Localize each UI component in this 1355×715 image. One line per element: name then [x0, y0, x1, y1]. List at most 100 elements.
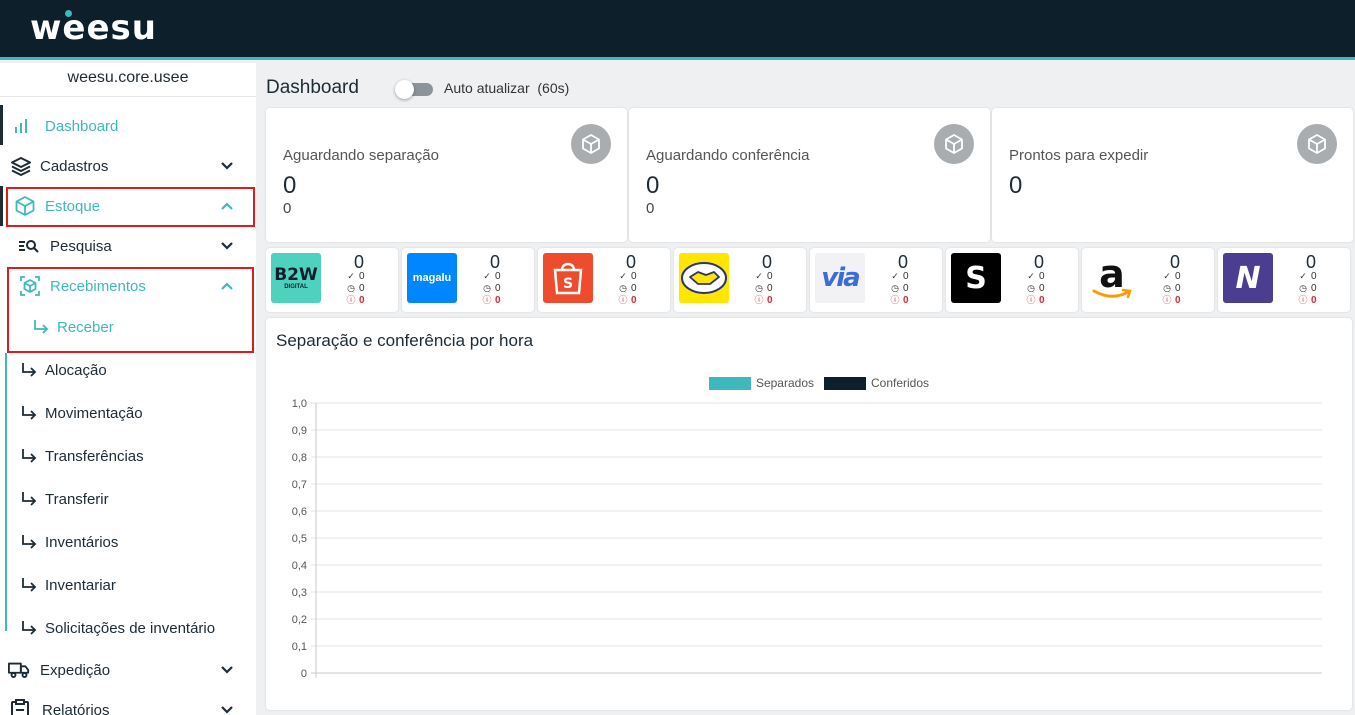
- chevron-down-icon[interactable]: [220, 239, 234, 253]
- sidebar-item-pesquisa[interactable]: Pesquisa: [0, 226, 256, 266]
- clipboard-icon: [9, 699, 31, 715]
- alert-icon: ⓘ: [1298, 295, 1308, 305]
- marketplace-count: 0: [489, 252, 500, 272]
- status-title: Prontos para expedir: [1009, 147, 1149, 164]
- marketplace-count: 0: [897, 252, 908, 272]
- y-tick-label: 0,3: [292, 587, 307, 599]
- check-icon: ✓: [755, 271, 763, 281]
- arrow-return-icon: [22, 535, 37, 549]
- y-tick-label: 0,8: [292, 452, 307, 464]
- pending-value: 0: [359, 283, 365, 294]
- y-tick-label: 0,6: [292, 506, 307, 518]
- sidebar-item-inventarios[interactable]: Inventários: [0, 522, 256, 562]
- error-value: 0: [495, 295, 501, 306]
- clock-icon: ◷: [1027, 283, 1035, 293]
- pending-row: ◷ 0: [346, 283, 365, 294]
- marketplace-logo: S: [951, 253, 1001, 303]
- chart-plot: 1,0 0,9 0,8 0,7 0,6 0,5 0,4 0,3 0,2 0,1 0: [292, 398, 1322, 680]
- marketplace-count: 0: [1033, 252, 1044, 272]
- marketplace-card-shopee[interactable]: S 0 ✓ 0 ◷ 0 ⓘ 0: [538, 248, 670, 312]
- marketplace-count: 0: [1169, 252, 1180, 272]
- sidebar-item-label: Cadastros: [40, 157, 109, 175]
- marketplace-card-nuvemshop[interactable]: N 0 ✓ 0 ◷ 0 ⓘ 0: [1218, 248, 1350, 312]
- weesu-logo[interactable]: weesu: [30, 8, 157, 48]
- truck-icon: [8, 659, 30, 681]
- logo-text: via: [821, 263, 860, 293]
- alert-icon: ⓘ: [618, 295, 628, 305]
- top-header: weesu: [0, 0, 1355, 60]
- done-value: 0: [767, 271, 773, 282]
- clock-icon: ◷: [891, 283, 899, 293]
- box-icon: [571, 124, 611, 164]
- pending-value: 0: [631, 283, 637, 294]
- logo-text: N: [1235, 260, 1261, 296]
- bar-chart-icon: [10, 115, 32, 137]
- pending-value: 0: [903, 283, 909, 294]
- logo-text: B2W: [274, 264, 318, 285]
- marketplace-card-magalu[interactable]: magalu 0 ✓ 0 ◷ 0 ⓘ 0: [402, 248, 534, 312]
- marketplace-logo: N: [1223, 253, 1273, 303]
- sidebar-item-label: Pesquisa: [50, 237, 112, 255]
- arrow-return-icon: [22, 621, 37, 635]
- error-row: ⓘ 0: [482, 295, 501, 306]
- check-icon: ✓: [1163, 271, 1171, 281]
- clock-icon: ◷: [1163, 283, 1171, 293]
- marketplace-logo: [679, 253, 729, 303]
- sidebar-item-solicitacoes[interactable]: Solicitações de inventário: [0, 608, 256, 648]
- sidebar-item-cadastros[interactable]: Cadastros: [0, 146, 256, 186]
- sidebar: weesu.core.usee Dashboard Cadastros Esto…: [0, 63, 256, 715]
- arrow-return-icon: [22, 492, 37, 506]
- tenant-name: weesu.core.usee: [0, 63, 256, 97]
- done-row: ✓ 0: [1026, 271, 1044, 282]
- box-icon: [934, 124, 974, 164]
- sidebar-item-dashboard[interactable]: Dashboard: [0, 106, 256, 146]
- pending-row: ◷ 0: [618, 283, 637, 294]
- y-tick-label: 0,2: [292, 614, 307, 626]
- pending-row: ◷ 0: [1162, 283, 1181, 294]
- auto-update-toggle[interactable]: [395, 80, 433, 99]
- pending-row: ◷ 0: [754, 283, 773, 294]
- sidebar-item-inventariar[interactable]: Inventariar: [0, 565, 256, 605]
- handshake-icon: [681, 262, 727, 294]
- pending-row: ◷ 0: [1026, 283, 1045, 294]
- shopee-bag-icon: S: [553, 262, 583, 295]
- sidebar-item-alocacao[interactable]: Alocação: [0, 350, 256, 390]
- status-value: 0: [283, 172, 297, 199]
- sidebar-item-label: Dashboard: [45, 117, 119, 135]
- clock-icon: ◷: [755, 283, 763, 293]
- sidebar-item-movimentacao[interactable]: Movimentação: [0, 393, 256, 433]
- chevron-down-icon[interactable]: [220, 703, 234, 715]
- marketplace-count: 0: [761, 252, 772, 272]
- sidebar-item-transferir[interactable]: Transferir: [0, 479, 256, 519]
- sidebar-item-expedicao[interactable]: Expedição: [0, 650, 256, 690]
- logo-text: S: [965, 260, 987, 296]
- sidebar-item-relatorios[interactable]: Relatórios: [0, 690, 256, 715]
- clock-icon: ◷: [619, 283, 627, 293]
- error-value: 0: [631, 295, 637, 306]
- sidebar-item-transferencias[interactable]: Transferências: [0, 436, 256, 476]
- marketplace-card-b2w-digital[interactable]: B2W DIGITAL 0 ✓ 0 ◷ 0 ⓘ 0: [266, 248, 398, 312]
- chevron-down-icon[interactable]: [220, 663, 234, 677]
- marketplace-card-mercado-livre[interactable]: 0 ✓ 0 ◷ 0 ⓘ 0: [674, 248, 806, 312]
- box-icon: [1297, 124, 1337, 164]
- chart-card: Separação e conferência por hora Separad…: [266, 318, 1352, 710]
- highlight-box-recebimentos: [7, 267, 254, 353]
- done-value: 0: [495, 271, 501, 282]
- status-sub-value: 0: [283, 200, 292, 217]
- pending-row: ◷ 0: [482, 283, 501, 294]
- y-tick-label: 1,0: [292, 398, 307, 410]
- sidebar-item-label: Solicitações de inventário: [45, 619, 216, 637]
- alert-icon: ⓘ: [1162, 295, 1172, 305]
- y-tick-label: 0,5: [292, 533, 307, 545]
- status-card-expedir: Prontos para expedir 0: [992, 108, 1353, 242]
- done-row: ✓ 0: [482, 271, 501, 282]
- pending-row: ◷ 0: [1298, 283, 1317, 294]
- error-row: ⓘ 0: [1026, 295, 1044, 306]
- done-row: ✓ 0: [1162, 271, 1180, 282]
- pending-value: 0: [767, 283, 773, 294]
- chevron-down-icon[interactable]: [220, 159, 234, 173]
- marketplace-card-amazon[interactable]: a 0 ✓ 0 ◷ 0 ⓘ 0: [1082, 248, 1214, 312]
- marketplace-card-shein[interactable]: S 0 ✓ 0 ◷ 0 ⓘ 0: [946, 248, 1078, 312]
- y-tick-label: 0,4: [292, 560, 307, 572]
- marketplace-card-via[interactable]: via 0 ✓ 0 ◷ 0 ⓘ 0: [810, 248, 942, 312]
